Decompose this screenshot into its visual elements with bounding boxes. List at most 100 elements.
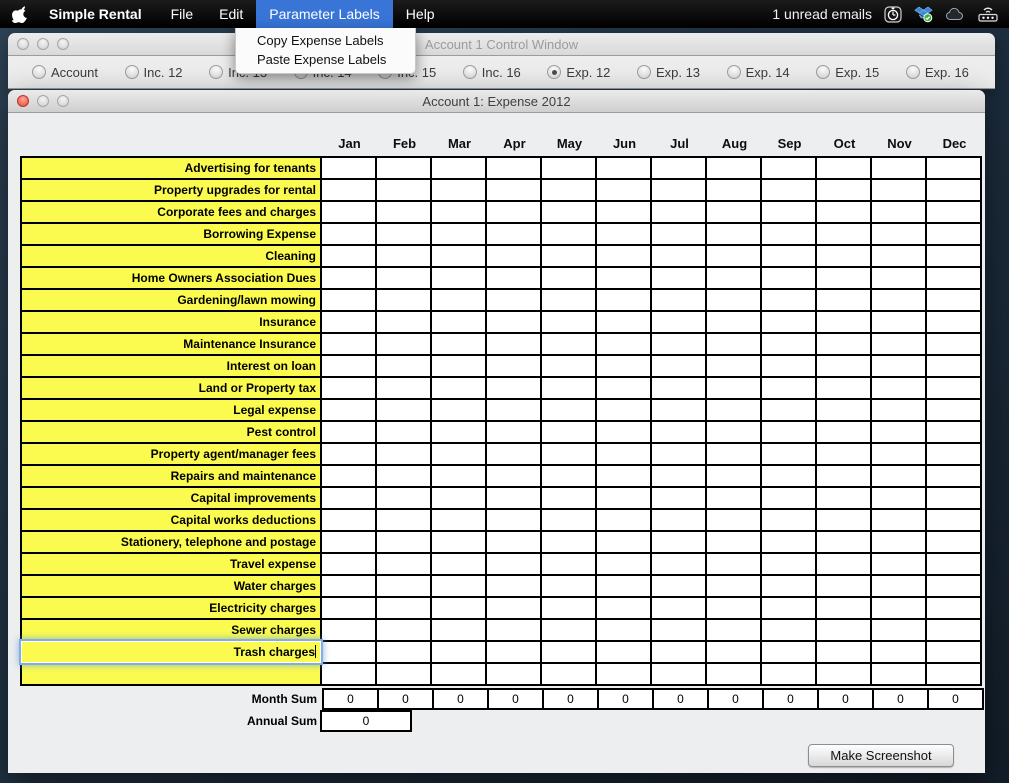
expense-cell[interactable] — [597, 642, 650, 662]
expense-cell[interactable] — [652, 246, 705, 266]
expense-cell[interactable] — [817, 532, 870, 552]
expense-cell[interactable] — [652, 312, 705, 332]
expense-cell[interactable] — [597, 620, 650, 640]
expense-cell[interactable] — [432, 664, 485, 684]
expense-cell[interactable] — [762, 246, 815, 266]
expense-cell[interactable] — [542, 576, 595, 596]
expense-cell[interactable] — [762, 510, 815, 530]
expense-cell[interactable] — [927, 576, 980, 596]
expense-cell[interactable] — [927, 312, 980, 332]
expense-cell[interactable] — [377, 268, 430, 288]
expense-cell[interactable] — [432, 620, 485, 640]
expense-cell[interactable] — [597, 466, 650, 486]
expense-cell[interactable] — [542, 268, 595, 288]
expense-cell[interactable] — [872, 158, 925, 178]
expense-cell[interactable] — [652, 620, 705, 640]
expense-cell[interactable] — [817, 268, 870, 288]
expense-cell[interactable] — [597, 356, 650, 376]
expense-cell[interactable] — [377, 642, 430, 662]
expense-cell[interactable] — [432, 180, 485, 200]
expense-cell[interactable] — [817, 620, 870, 640]
expense-cell[interactable] — [927, 268, 980, 288]
expense-cell[interactable] — [322, 268, 375, 288]
expense-cell[interactable] — [707, 180, 760, 200]
radio-exp-13[interactable]: Exp. 13 — [637, 65, 700, 80]
expense-cell[interactable] — [652, 334, 705, 354]
expense-cell[interactable] — [322, 620, 375, 640]
expense-cell[interactable] — [542, 334, 595, 354]
expense-cell[interactable] — [817, 334, 870, 354]
expense-cell[interactable] — [432, 268, 485, 288]
expense-cell[interactable] — [377, 444, 430, 464]
expense-cell[interactable] — [597, 510, 650, 530]
expense-cell[interactable] — [817, 554, 870, 574]
expense-cell[interactable] — [542, 312, 595, 332]
expense-cell[interactable] — [542, 224, 595, 244]
row-label-property-agent-manager-fees[interactable]: Property agent/manager fees — [22, 444, 320, 464]
expense-cell[interactable] — [597, 334, 650, 354]
expense-cell[interactable] — [762, 356, 815, 376]
expense-cell[interactable] — [487, 356, 540, 376]
expense-cell[interactable] — [432, 246, 485, 266]
expense-cell[interactable] — [762, 532, 815, 552]
expense-cell[interactable] — [817, 576, 870, 596]
expense-cell[interactable] — [377, 422, 430, 442]
expense-cell[interactable] — [377, 598, 430, 618]
expense-cell[interactable] — [762, 444, 815, 464]
expense-cell[interactable] — [872, 224, 925, 244]
expense-cell[interactable] — [377, 202, 430, 222]
expense-cell[interactable] — [377, 334, 430, 354]
expense-cell[interactable] — [542, 422, 595, 442]
cloud-icon[interactable] — [945, 6, 965, 22]
menu-edit[interactable]: Edit — [206, 0, 256, 28]
row-label-capital-works-deductions[interactable]: Capital works deductions — [22, 510, 320, 530]
radio-inc-16[interactable]: Inc. 16 — [463, 65, 521, 80]
row-label-borrowing-expense[interactable]: Borrowing Expense — [22, 224, 320, 244]
expense-cell[interactable] — [927, 532, 980, 552]
expense-cell[interactable] — [652, 422, 705, 442]
expense-cell[interactable] — [542, 554, 595, 574]
expense-cell[interactable] — [322, 312, 375, 332]
expense-cell[interactable] — [542, 158, 595, 178]
expense-cell[interactable] — [322, 576, 375, 596]
expense-cell[interactable] — [487, 224, 540, 244]
expense-cell[interactable] — [377, 290, 430, 310]
expense-cell[interactable] — [597, 290, 650, 310]
expense-cell[interactable] — [377, 576, 430, 596]
expense-cell[interactable] — [652, 400, 705, 420]
menu-parameter-labels[interactable]: Parameter Labels — [256, 0, 393, 28]
expense-cell[interactable] — [542, 466, 595, 486]
expense-cell[interactable] — [322, 642, 375, 662]
expense-cell[interactable] — [597, 444, 650, 464]
expense-cell[interactable] — [377, 180, 430, 200]
expense-cell[interactable] — [542, 510, 595, 530]
expense-cell[interactable] — [542, 664, 595, 684]
expense-cell[interactable] — [597, 312, 650, 332]
expense-cell[interactable] — [817, 400, 870, 420]
expense-cell[interactable] — [707, 290, 760, 310]
expense-cell[interactable] — [872, 290, 925, 310]
expense-cell[interactable] — [322, 246, 375, 266]
expense-cell[interactable] — [487, 290, 540, 310]
close-button[interactable] — [17, 38, 29, 50]
expense-cell[interactable] — [432, 488, 485, 508]
expense-cell[interactable] — [542, 356, 595, 376]
expense-cell[interactable] — [707, 422, 760, 442]
apple-logo-icon[interactable] — [0, 0, 39, 28]
expense-cell[interactable] — [377, 620, 430, 640]
expense-cell[interactable] — [872, 356, 925, 376]
expense-cell[interactable] — [762, 378, 815, 398]
row-label-cleaning[interactable]: Cleaning — [22, 246, 320, 266]
expense-cell[interactable] — [872, 246, 925, 266]
expense-cell[interactable] — [652, 598, 705, 618]
expense-cell[interactable] — [597, 268, 650, 288]
expense-cell[interactable] — [707, 378, 760, 398]
expense-cell[interactable] — [707, 312, 760, 332]
expense-cell[interactable] — [377, 510, 430, 530]
expense-cell[interactable] — [377, 356, 430, 376]
expense-cell[interactable] — [927, 158, 980, 178]
expense-cell[interactable] — [597, 202, 650, 222]
radio-exp-16[interactable]: Exp. 16 — [906, 65, 969, 80]
minimize-button[interactable] — [37, 38, 49, 50]
row-label-home-owners-association-dues[interactable]: Home Owners Association Dues — [22, 268, 320, 288]
